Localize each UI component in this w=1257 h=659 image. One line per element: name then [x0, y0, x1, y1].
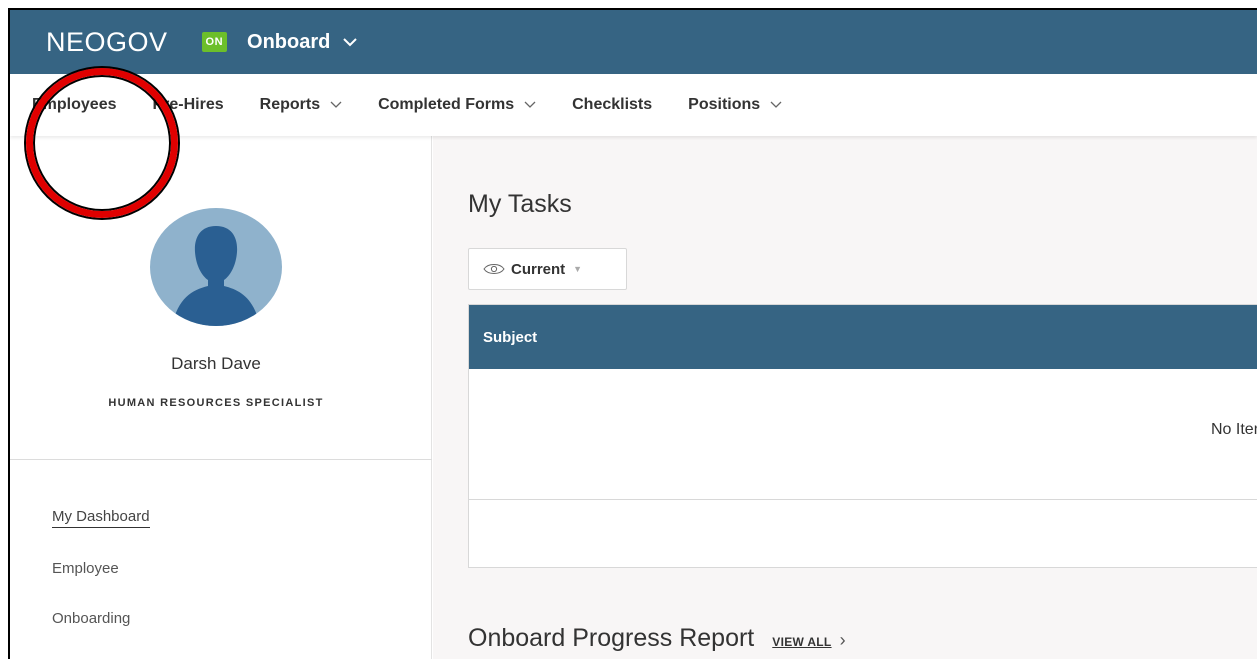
- sidebar-item-onboarding[interactable]: Onboarding: [52, 610, 130, 627]
- onboard-progress-heading: Onboard Progress Report: [468, 624, 755, 652]
- nav-checklists-label: Checklists: [572, 96, 653, 113]
- nav-checklists[interactable]: Checklists: [572, 96, 652, 114]
- neogov-logo[interactable]: NEOGOV: [46, 27, 168, 58]
- table-footer-divider: [469, 499, 1257, 500]
- sidebar-item-my-dashboard[interactable]: My Dashboard: [52, 508, 150, 528]
- app-window: NEOGOV ON Onboard Employees Pre-Hires Re…: [8, 8, 1257, 659]
- nav-positions-label: Positions: [688, 96, 761, 113]
- chevron-down-icon: [330, 101, 342, 108]
- main-content: My Tasks Current ▼ Subject No Items Onbo…: [433, 136, 1257, 659]
- caret-down-icon: ▼: [573, 264, 583, 274]
- divider: [10, 459, 432, 460]
- main-nav: Employees Pre-Hires Reports Completed Fo…: [10, 74, 1257, 136]
- task-filter-value: Current: [511, 260, 566, 278]
- nav-reports[interactable]: Reports: [260, 96, 342, 114]
- nav-reports-label: Reports: [259, 96, 321, 113]
- top-bar: NEOGOV ON Onboard: [10, 10, 1257, 74]
- column-header-subject[interactable]: Subject: [469, 305, 1257, 369]
- sidebar: Darsh Dave HUMAN RESOURCES SPECIALIST My…: [10, 136, 432, 659]
- user-silhouette-icon: [172, 226, 260, 326]
- chevron-down-icon: [524, 101, 536, 108]
- section-title-onboard-progress: Onboard Progress Report VIEW ALL ›: [468, 624, 846, 653]
- app-switcher-label[interactable]: Onboard: [247, 31, 330, 54]
- chevron-down-icon[interactable]: [342, 34, 358, 50]
- section-title-my-tasks: My Tasks: [468, 190, 572, 218]
- highlight-circle-annotation: [26, 68, 178, 218]
- empty-state-text: No Items: [1211, 421, 1257, 438]
- onboard-badge: ON: [201, 32, 228, 52]
- task-filter-dropdown[interactable]: Current ▼: [468, 248, 627, 290]
- eye-icon: [483, 264, 505, 274]
- nav-completed-forms[interactable]: Completed Forms: [378, 96, 536, 114]
- sidebar-item-employee[interactable]: Employee: [52, 560, 119, 577]
- nav-positions[interactable]: Positions: [688, 96, 782, 114]
- view-all-link[interactable]: VIEW ALL: [772, 635, 831, 649]
- tasks-table: Subject No Items: [468, 304, 1257, 568]
- profile-name: Darsh Dave: [171, 354, 261, 373]
- avatar[interactable]: [150, 208, 282, 326]
- chevron-right-icon[interactable]: ›: [840, 630, 846, 651]
- profile-job-title: HUMAN RESOURCES SPECIALIST: [108, 397, 324, 409]
- nav-completed-forms-label: Completed Forms: [378, 96, 515, 113]
- chevron-down-icon: [770, 101, 782, 108]
